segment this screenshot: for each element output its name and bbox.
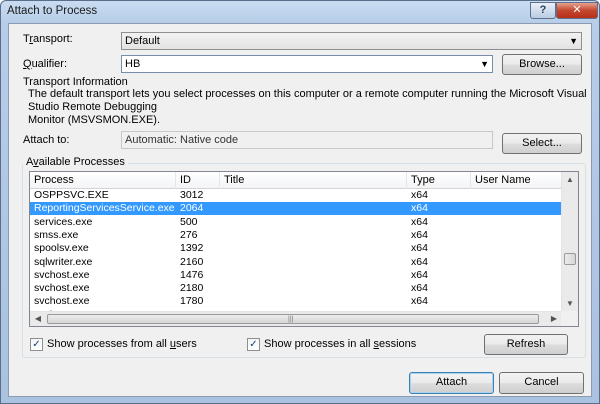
process-row[interactable]: sqlwriter.exe 2160 x64	[30, 256, 562, 269]
process-cell-process: svchost.exe	[34, 295, 90, 308]
transport-label: Transport:	[23, 33, 73, 45]
process-cell-process: sqlwriter.exe	[34, 255, 93, 268]
process-cell-process: OSPPSVC.EXE	[34, 189, 109, 201]
process-row[interactable]: services.exe 500 x64	[30, 216, 562, 229]
process-cell-id: 3012	[180, 189, 204, 201]
column-header-type[interactable]: Type	[407, 172, 471, 189]
transport-info-line-2: Monitor (MSVSMON.EXE).	[28, 114, 161, 126]
process-cell-id: 2064	[180, 202, 204, 215]
vertical-scrollbar[interactable]: ▲ ▼	[561, 172, 578, 312]
transport-info-heading: Transport Information	[23, 76, 128, 88]
process-cell-type: x64	[411, 215, 428, 228]
attach-to-process-window: Attach to Process ? ✕ Transport: Default…	[0, 0, 600, 404]
process-cell-id: 2160	[180, 255, 204, 268]
process-cell-process: svchost.exe	[34, 282, 90, 295]
column-header-id[interactable]: ID	[176, 172, 220, 189]
qualifier-value: HB	[125, 58, 141, 70]
process-row[interactable]: svchost.exe 2180 x64	[30, 282, 562, 295]
process-row[interactable]: spoolsv.exe 1392 x64	[30, 242, 562, 255]
transport-value: Default	[125, 35, 160, 47]
window-title: Attach to Process	[7, 5, 98, 17]
title-bar[interactable]: Attach to Process ? ✕	[1, 1, 599, 23]
process-cell-type: x64	[411, 255, 428, 268]
chevron-down-icon: ▼	[569, 36, 578, 46]
process-cell-id: 276	[180, 228, 198, 241]
process-cell-id: 1780	[180, 295, 204, 308]
refresh-label: Refresh	[506, 338, 546, 350]
transport-info-text: The default transport lets you select pr…	[28, 88, 588, 127]
horizontal-scrollbar[interactable]: ◀ ||| ▶	[30, 311, 562, 326]
scroll-right-icon[interactable]: ▶	[546, 312, 562, 326]
select-code-type-button[interactable]: Select...	[502, 133, 582, 154]
attach-to-label: Attach to:	[23, 134, 70, 146]
process-cell-id: 1392	[180, 242, 204, 255]
refresh-button[interactable]: Refresh	[484, 334, 568, 355]
scrollbar-corner	[561, 311, 578, 326]
process-list[interactable]: Process ID Title Type User Name OSPPSVC.…	[29, 171, 579, 327]
show-all-sessions-checkbox[interactable]: ✓	[247, 338, 260, 351]
process-list-body: OSPPSVC.EXE 3012 x64 ReportingServicesServi…	[30, 189, 562, 312]
process-row[interactable]: svchost.exe 1780 x64	[30, 295, 562, 308]
column-header-user-name[interactable]: User Name	[471, 172, 562, 189]
attach-button[interactable]: Attach	[409, 372, 494, 394]
attach-to-value-box: Automatic: Native code	[121, 131, 493, 149]
process-cell-id: 500	[180, 215, 198, 228]
scroll-up-icon[interactable]: ▲	[562, 172, 578, 188]
column-header-title[interactable]: Title	[220, 172, 407, 189]
checkmark-icon: ✓	[32, 339, 41, 350]
grip-icon: |||	[288, 316, 294, 323]
process-row[interactable]: svchost.exe 1476 x64	[30, 269, 562, 282]
process-cell-type: x64	[411, 295, 428, 308]
process-cell-type: x64	[411, 228, 428, 241]
checkmark-icon: ✓	[249, 339, 258, 350]
process-row[interactable]: OSPPSVC.EXE 3012 x64	[30, 189, 562, 202]
process-list-header: Process ID Title Type User Name	[30, 172, 562, 189]
process-cell-type: x64	[411, 282, 428, 295]
process-cell-process: services.exe	[34, 215, 93, 228]
process-cell-type: x64	[411, 242, 428, 255]
qualifier-label: Qualifier:	[23, 58, 68, 70]
qualifier-combobox[interactable]: HB ▼	[121, 55, 493, 73]
process-cell-type: x64	[411, 268, 428, 281]
scroll-down-icon[interactable]: ▼	[562, 296, 578, 312]
attach-to-value: Automatic: Native code	[125, 134, 239, 146]
process-cell-id: 2180	[180, 282, 204, 295]
process-cell-process: smss.exe	[34, 228, 79, 241]
process-cell-process: spoolsv.exe	[34, 242, 89, 255]
show-all-users-label[interactable]: Show processes from all users	[47, 338, 197, 350]
process-cell-process: ReportingServicesService.exe	[34, 202, 175, 215]
close-button[interactable]: ✕	[556, 2, 598, 19]
help-button[interactable]: ?	[530, 2, 556, 19]
horizontal-scroll-thumb[interactable]: |||	[47, 314, 539, 324]
show-all-sessions-label[interactable]: Show processes in all sessions	[264, 338, 416, 350]
process-cell-id: 1476	[180, 268, 204, 281]
transport-info-line-1: The default transport lets you select pr…	[28, 88, 587, 113]
scroll-left-icon[interactable]: ◀	[30, 312, 46, 326]
show-all-users-checkbox[interactable]: ✓	[30, 338, 43, 351]
dialog-client-area: Transport: Default ▼ Qualifier: HB ▼ Bro…	[8, 23, 592, 397]
process-cell-type: x64	[411, 202, 428, 215]
process-row[interactable]: smss.exe 276 x64	[30, 229, 562, 242]
available-processes-label: Available Processes	[23, 156, 128, 168]
cancel-button[interactable]: Cancel	[499, 372, 584, 394]
vertical-scroll-thumb[interactable]	[564, 253, 576, 265]
process-cell-type: x64	[411, 189, 428, 201]
browse-button[interactable]: Browse...	[502, 54, 582, 75]
chevron-down-icon: ▼	[480, 59, 489, 69]
process-cell-process: svchost.exe	[34, 268, 90, 281]
transport-dropdown[interactable]: Default ▼	[121, 32, 582, 50]
process-row[interactable]: ReportingServicesService.exe 2064 x64	[30, 202, 562, 216]
column-header-process[interactable]: Process	[30, 172, 176, 189]
